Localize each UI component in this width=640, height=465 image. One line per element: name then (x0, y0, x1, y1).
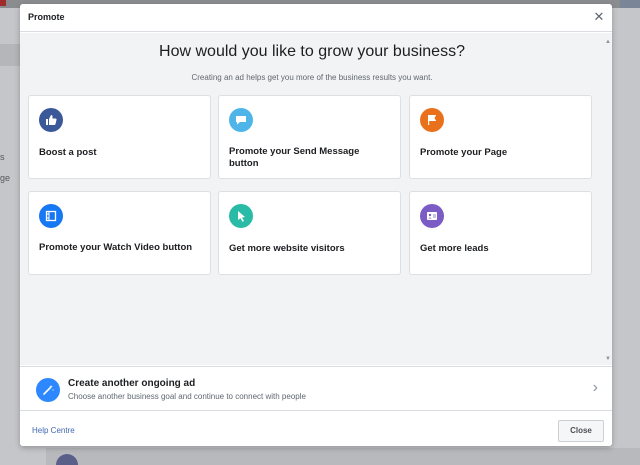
option-label: Boost a post (39, 147, 97, 158)
page-title: How would you like to grow your business… (159, 43, 465, 60)
option-label: Promote your Page (420, 147, 508, 158)
dialog-content: How would you like to grow your business… (20, 33, 612, 365)
flag-icon (420, 108, 444, 132)
background-sidebar-text: s (0, 152, 5, 162)
chevron-right-icon: › (592, 379, 598, 396)
close-button[interactable]: Close (558, 420, 604, 442)
option-send-message[interactable]: Promote your Send Message button (218, 95, 401, 179)
option-label: Promote your Watch Video button (39, 242, 193, 253)
scroll-up-arrow-icon[interactable]: ▲ (605, 39, 611, 45)
background-avatar (56, 454, 78, 465)
scroll-down-arrow-icon[interactable]: ▼ (605, 356, 611, 362)
help-centre-link[interactable]: Help Centre (32, 426, 75, 435)
ongoing-ad-title: Create another ongoing ad (68, 378, 196, 389)
video-frame-icon (39, 204, 63, 228)
promote-dialog: Promote ✕ How would you like to grow you… (20, 4, 612, 446)
cursor-icon (229, 204, 253, 228)
background-corner-mark (620, 0, 640, 8)
option-label: Promote your Send Message button (229, 146, 360, 169)
chat-bubble-icon (229, 108, 253, 132)
page-subtitle: Creating an ad helps get you more of the… (191, 73, 433, 82)
background-sidebar-text: ge (0, 173, 11, 183)
create-ongoing-ad-row[interactable]: Create another ongoing ad Choose another… (20, 366, 612, 411)
option-boost-post[interactable]: Boost a post (28, 95, 211, 179)
contact-card-icon (420, 204, 444, 228)
background-sidebar-block (0, 44, 20, 66)
dialog-title: Promote (28, 12, 65, 22)
option-label: Get more website visitors (229, 243, 345, 254)
content-scrollbar[interactable]: ▲ ▼ (604, 33, 612, 365)
option-label: Get more leads (420, 243, 489, 254)
dialog-footer: Help Centre Close (20, 412, 612, 446)
option-more-leads[interactable]: Get more leads (409, 191, 592, 275)
option-promote-page[interactable]: Promote your Page (409, 95, 592, 179)
background-bottom-row (46, 448, 640, 465)
background-notification-mark (0, 0, 6, 6)
option-website-visitors[interactable]: Get more website visitors (218, 191, 401, 275)
option-watch-video[interactable]: Promote your Watch Video button (28, 191, 211, 275)
close-icon[interactable]: ✕ (592, 10, 606, 24)
dialog-header: Promote ✕ (20, 4, 612, 32)
ongoing-ad-description: Choose another business goal and continu… (68, 392, 306, 401)
magic-wand-icon (36, 378, 60, 402)
thumbs-up-icon (39, 108, 63, 132)
